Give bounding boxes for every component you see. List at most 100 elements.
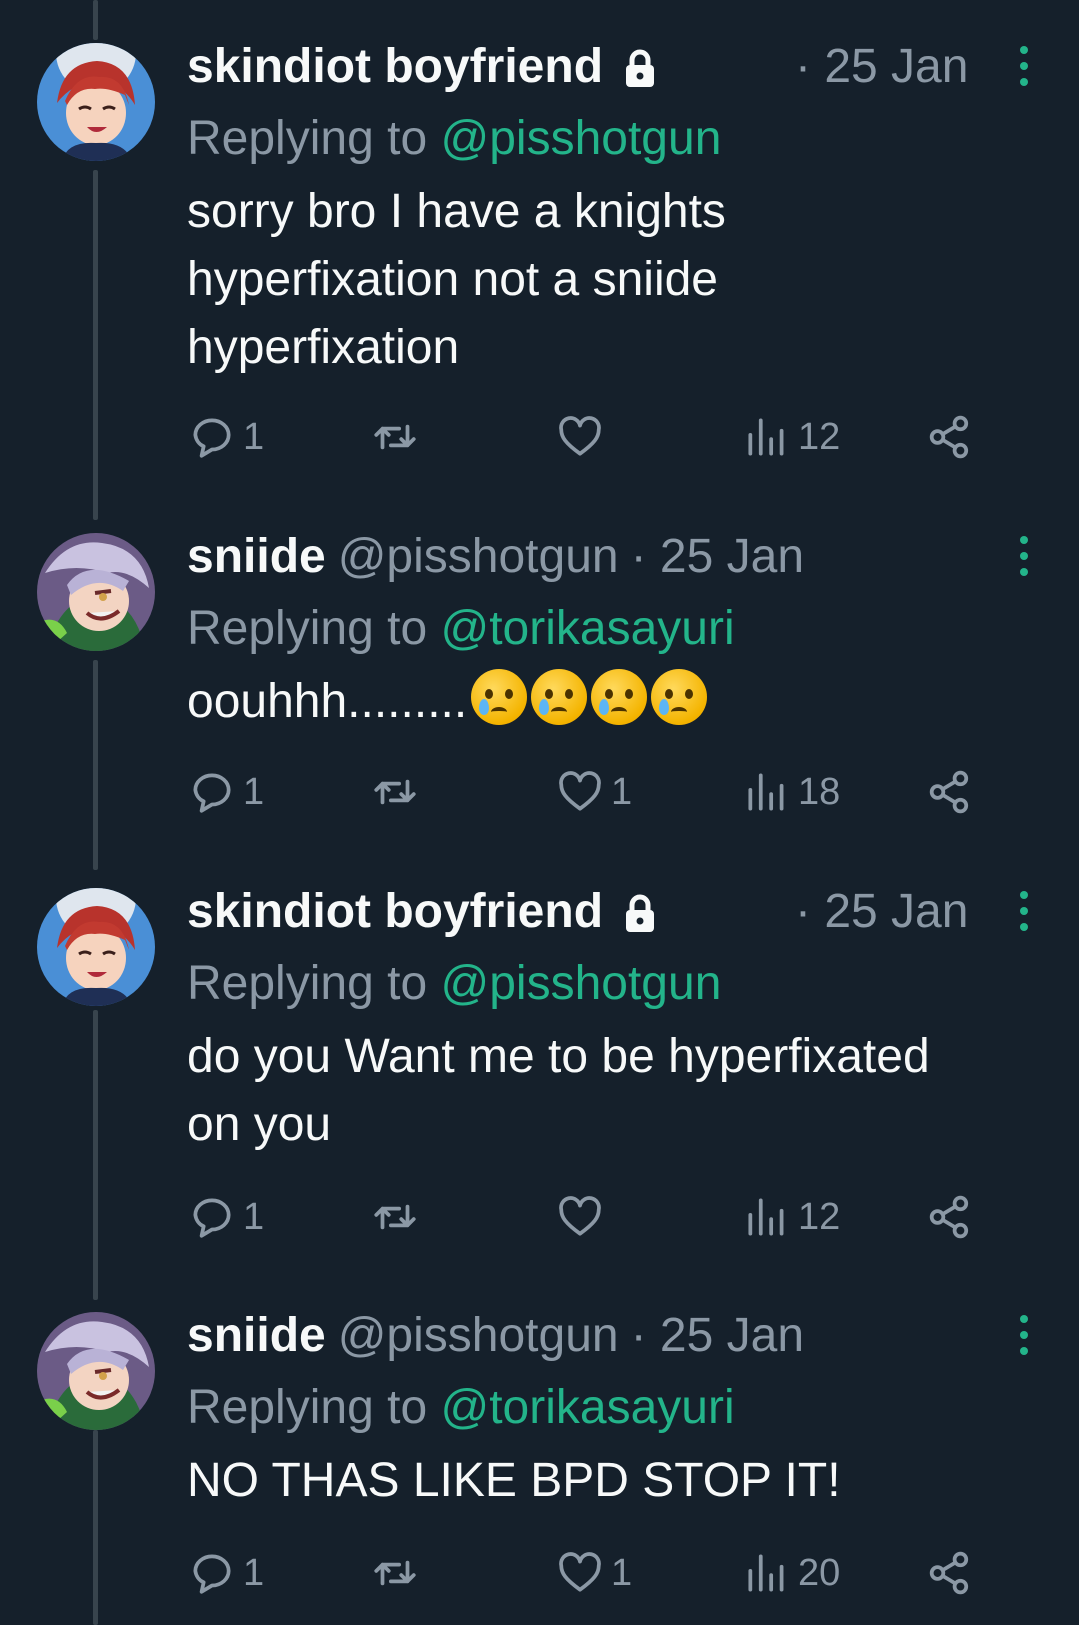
like-button[interactable] bbox=[555, 1192, 611, 1242]
reply-count: 1 bbox=[243, 1551, 265, 1594]
views-button[interactable]: 12 bbox=[742, 1192, 840, 1242]
mention-link[interactable]: @torikasayuri bbox=[440, 602, 734, 655]
tweet-date[interactable]: · 25 Jan bbox=[631, 1308, 804, 1363]
heart-icon bbox=[559, 416, 601, 456]
username[interactable]: @pisshotgun bbox=[338, 1308, 619, 1363]
display-name[interactable]: skindiot boyfriend bbox=[187, 884, 603, 939]
more-options-icon[interactable] bbox=[1009, 891, 1039, 931]
repost-button[interactable] bbox=[370, 1548, 426, 1598]
avatar[interactable] bbox=[37, 533, 155, 651]
tweet-text: NO THAS LIKE BPD STOP IT! bbox=[187, 1447, 1039, 1515]
repost-button[interactable] bbox=[370, 767, 426, 817]
share-icon bbox=[929, 1551, 969, 1595]
thread-line bbox=[93, 660, 98, 870]
tweet-actions: 1 12 bbox=[187, 412, 1007, 462]
avatar[interactable] bbox=[37, 1312, 155, 1430]
tweet-header: skindiot boyfriend · 25 Jan bbox=[187, 28, 1039, 104]
display-name[interactable]: sniide bbox=[187, 529, 326, 584]
tweet-text-line: hyperfixation bbox=[187, 321, 460, 374]
views-button[interactable]: 18 bbox=[742, 767, 840, 817]
thread-line bbox=[93, 1010, 98, 1300]
tweet-header: skindiot boyfriend · 25 Jan bbox=[187, 873, 1039, 949]
username[interactable]: @pisshotgun bbox=[338, 529, 619, 584]
more-options-icon[interactable] bbox=[1009, 1315, 1039, 1355]
analytics-icon bbox=[748, 773, 784, 811]
reply-icon bbox=[193, 773, 231, 813]
tweet-actions: 1 1 18 bbox=[187, 767, 1007, 817]
analytics-icon bbox=[748, 1554, 784, 1592]
heart-icon bbox=[559, 1552, 601, 1592]
crying-face-emoji bbox=[591, 669, 648, 725]
share-button[interactable] bbox=[925, 1192, 975, 1242]
tweet-actions: 1 1 20 bbox=[187, 1548, 1007, 1598]
share-button[interactable] bbox=[925, 767, 975, 817]
thread-line bbox=[93, 0, 98, 40]
tweet-text-line: NO THAS LIKE BPD STOP IT! bbox=[187, 1454, 841, 1507]
replying-to-label: Replying to bbox=[187, 1381, 441, 1434]
replying-to: Replying to @torikasayuri bbox=[187, 594, 1039, 664]
reply-count: 1 bbox=[243, 770, 265, 813]
view-count: 20 bbox=[798, 1551, 841, 1594]
like-count: 1 bbox=[611, 770, 633, 813]
reply-button[interactable]: 1 bbox=[187, 1192, 264, 1242]
mention-link[interactable]: @torikasayuri bbox=[440, 1381, 734, 1434]
reply-count: 1 bbox=[243, 1195, 265, 1238]
tweet-date[interactable]: · 25 Jan bbox=[631, 529, 804, 584]
tweet-header: sniide @pisshotgun · 25 Jan bbox=[187, 518, 1039, 594]
view-count: 18 bbox=[798, 770, 841, 813]
thread-line bbox=[93, 1430, 98, 1625]
crying-face-emoji bbox=[471, 669, 528, 725]
tweet-text: sorry bro I have a knights hyperfixation… bbox=[187, 178, 1039, 382]
heart-icon bbox=[559, 771, 601, 811]
analytics-icon bbox=[748, 418, 784, 456]
avatar[interactable] bbox=[37, 888, 155, 1006]
reply-button[interactable]: 1 bbox=[187, 1548, 264, 1598]
share-button[interactable] bbox=[925, 1548, 975, 1598]
avatar[interactable] bbox=[37, 43, 155, 161]
view-count: 12 bbox=[798, 415, 841, 458]
like-count: 1 bbox=[611, 1551, 633, 1594]
more-options-icon[interactable] bbox=[1009, 46, 1039, 86]
reply-button[interactable]: 1 bbox=[187, 412, 264, 462]
tweet-header: sniide @pisshotgun · 25 Jan bbox=[187, 1297, 1039, 1373]
views-button[interactable]: 12 bbox=[742, 412, 840, 462]
reply-count: 1 bbox=[243, 415, 265, 458]
repost-icon bbox=[374, 1204, 416, 1230]
lock-icon bbox=[623, 891, 657, 932]
reply-icon bbox=[193, 1198, 231, 1238]
repost-button[interactable] bbox=[370, 1192, 426, 1242]
tweet-text: do you Want me to be hyperfixated on you bbox=[187, 1023, 1039, 1159]
replying-to: Replying to @pisshotgun bbox=[187, 104, 1039, 174]
tweet-text-line: do you Want me to be hyperfixated bbox=[187, 1030, 930, 1083]
like-button[interactable]: 1 bbox=[555, 1548, 632, 1598]
views-button[interactable]: 20 bbox=[742, 1548, 840, 1598]
reply-button[interactable]: 1 bbox=[187, 767, 264, 817]
tweet-text: oouhhh......... bbox=[187, 668, 1039, 736]
display-name[interactable]: sniide bbox=[187, 1308, 326, 1363]
replying-to-label: Replying to bbox=[187, 112, 441, 165]
repost-button[interactable] bbox=[370, 412, 426, 462]
view-count: 12 bbox=[798, 1195, 841, 1238]
like-button[interactable] bbox=[555, 412, 611, 462]
tweet-text-line: sorry bro I have a knights bbox=[187, 185, 726, 238]
analytics-icon bbox=[748, 1198, 784, 1236]
tweet-text-line: on you bbox=[187, 1098, 332, 1151]
more-options-icon[interactable] bbox=[1009, 536, 1039, 576]
mention-link[interactable]: @pisshotgun bbox=[440, 112, 721, 165]
share-icon bbox=[929, 1195, 969, 1239]
replying-to: Replying to @pisshotgun bbox=[187, 949, 1039, 1019]
tweet-date[interactable]: · 25 Jan bbox=[795, 884, 968, 939]
reply-icon bbox=[193, 1554, 231, 1594]
repost-icon bbox=[374, 424, 416, 450]
like-button[interactable]: 1 bbox=[555, 767, 632, 817]
display-name[interactable]: skindiot boyfriend bbox=[187, 39, 603, 94]
thread-line bbox=[93, 170, 98, 520]
heart-icon bbox=[559, 1196, 601, 1236]
tweet-date[interactable]: · 25 Jan bbox=[795, 39, 968, 94]
replying-to-label: Replying to bbox=[187, 957, 441, 1010]
tweet-text-line: hyperfixation not a sniide bbox=[187, 253, 718, 306]
lock-icon bbox=[623, 46, 657, 87]
share-button[interactable] bbox=[925, 412, 975, 462]
reply-icon bbox=[193, 418, 231, 458]
mention-link[interactable]: @pisshotgun bbox=[440, 957, 721, 1010]
